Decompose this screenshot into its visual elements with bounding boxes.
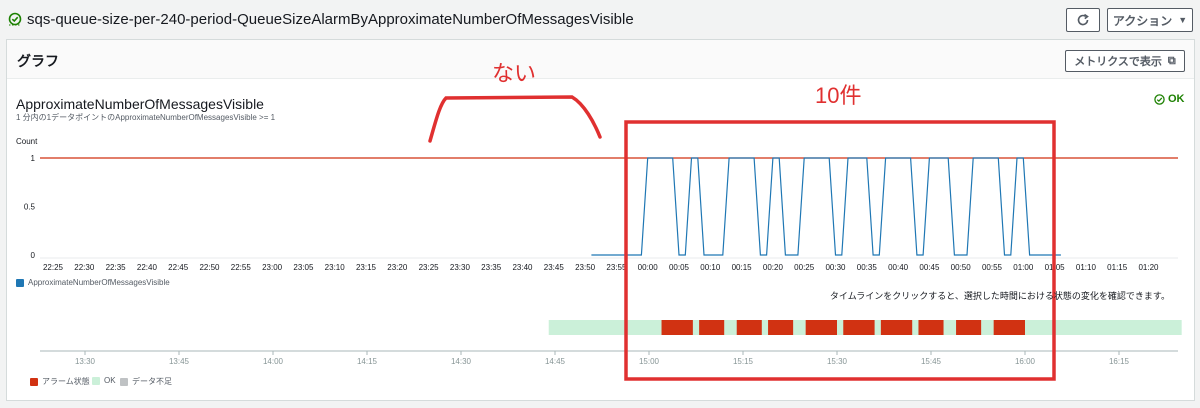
annotation-ten: 10件 (815, 83, 862, 108)
timeline-tick-label: 15:15 (733, 357, 754, 366)
x-tick-label: 23:35 (481, 263, 502, 272)
series-legend[interactable]: ApproximateNumberOfMessagesVisible (16, 278, 170, 287)
legend-nodata-label: データ不足 (132, 377, 172, 386)
timeline-hint: タイムラインをクリックすると、選択した時間における状態の変化を確認できます。 (829, 291, 1170, 301)
x-tick-label: 00:05 (669, 263, 690, 272)
timeline-alarm-block (880, 320, 913, 335)
y-tick-label: 1 (31, 154, 36, 163)
annotation-none: ない (492, 61, 537, 86)
x-tick-label: 01:20 (1138, 263, 1159, 272)
x-tick-label: 22:45 (168, 263, 189, 272)
series-legend-label: ApproximateNumberOfMessagesVisible (28, 278, 170, 287)
timeline-tick-label: 15:30 (827, 357, 848, 366)
timeline-alarm-block (918, 320, 944, 335)
timeline-tick-label: 14:45 (545, 357, 566, 366)
x-tick-label: 01:15 (1107, 263, 1128, 272)
x-tick-label: 00:30 (825, 263, 846, 272)
series-swatch (16, 278, 24, 287)
timeline-tick-label: 14:00 (263, 357, 284, 366)
x-tick-label: 23:10 (325, 263, 346, 272)
x-tick-label: 23:15 (356, 263, 377, 272)
timeline-tick-label: 16:00 (1015, 357, 1036, 366)
timeline-alarm-block (661, 320, 693, 335)
timeline-tick-label: 13:30 (75, 357, 96, 366)
alarm-swatch (30, 377, 38, 386)
x-tick-label: 23:25 (419, 263, 440, 272)
timeline-alarm-block (768, 320, 794, 335)
x-tick-label: 01:00 (1013, 263, 1034, 272)
x-tick-label: 22:30 (74, 263, 95, 272)
x-tick-label: 22:40 (137, 263, 158, 272)
x-tick-label: 23:40 (512, 263, 533, 272)
x-tick-label: 23:20 (387, 263, 408, 272)
timeline-tick-label: 15:00 (639, 357, 660, 366)
x-tick-label: 00:10 (700, 263, 721, 272)
timeline-alarm-block (805, 320, 837, 335)
x-tick-label: 00:25 (794, 263, 815, 272)
x-tick-label: 01:10 (1076, 263, 1097, 272)
legend-alarm: アラーム状態 (30, 376, 90, 387)
timeline-alarm-block (993, 320, 1025, 335)
timeline-alarm-block (843, 320, 875, 335)
x-tick-label: 22:55 (231, 263, 252, 272)
x-tick-label: 00:50 (951, 263, 972, 272)
x-tick-label: 22:35 (106, 263, 127, 272)
x-tick-label: 00:00 (638, 263, 659, 272)
timeline-alarm-block (956, 320, 982, 335)
legend-alarm-label: アラーム状態 (42, 377, 90, 386)
x-tick-label: 00:15 (732, 263, 753, 272)
nodata-swatch (120, 377, 128, 386)
legend-ok-label: OK (104, 376, 116, 385)
annotation-bracket (428, 95, 602, 143)
series-line (591, 157, 1061, 256)
timeline-tick-label: 13:45 (169, 357, 190, 366)
timeline-tick-label: 14:30 (451, 357, 472, 366)
legend-nodata: データ不足 (120, 376, 172, 387)
x-tick-label: 00:40 (888, 263, 909, 272)
x-tick-label: 23:00 (262, 263, 283, 272)
x-tick-label: 23:50 (575, 263, 596, 272)
x-tick-label: 22:50 (199, 263, 220, 272)
annotation-box (624, 120, 1056, 381)
x-tick-label: 22:25 (43, 263, 64, 272)
timeline-tick-label: 15:45 (921, 357, 942, 366)
y-tick-label: 0.5 (24, 203, 36, 212)
timeline-alarm-block (736, 320, 762, 335)
x-tick-label: 23:05 (293, 263, 314, 272)
x-tick-label: 00:45 (919, 263, 940, 272)
timeline-tick-label: 14:15 (357, 357, 378, 366)
x-tick-label: 00:35 (857, 263, 878, 272)
legend-ok: OK (92, 376, 116, 385)
x-tick-label: 00:55 (982, 263, 1003, 272)
x-tick-label: 23:55 (606, 263, 627, 272)
timeline-tick-label: 16:15 (1109, 357, 1130, 366)
x-tick-label: 00:20 (763, 263, 784, 272)
x-tick-label: 23:45 (544, 263, 565, 272)
timeline-alarm-block (699, 320, 725, 335)
ok-swatch (92, 376, 100, 385)
x-tick-label: 23:30 (450, 263, 471, 272)
metric-line-chart[interactable]: 0 0.5 1 22:25 22:30 22:35 22:40 22:45 22:50 22:55… (0, 0, 1200, 408)
y-tick-label: 0 (31, 251, 36, 260)
